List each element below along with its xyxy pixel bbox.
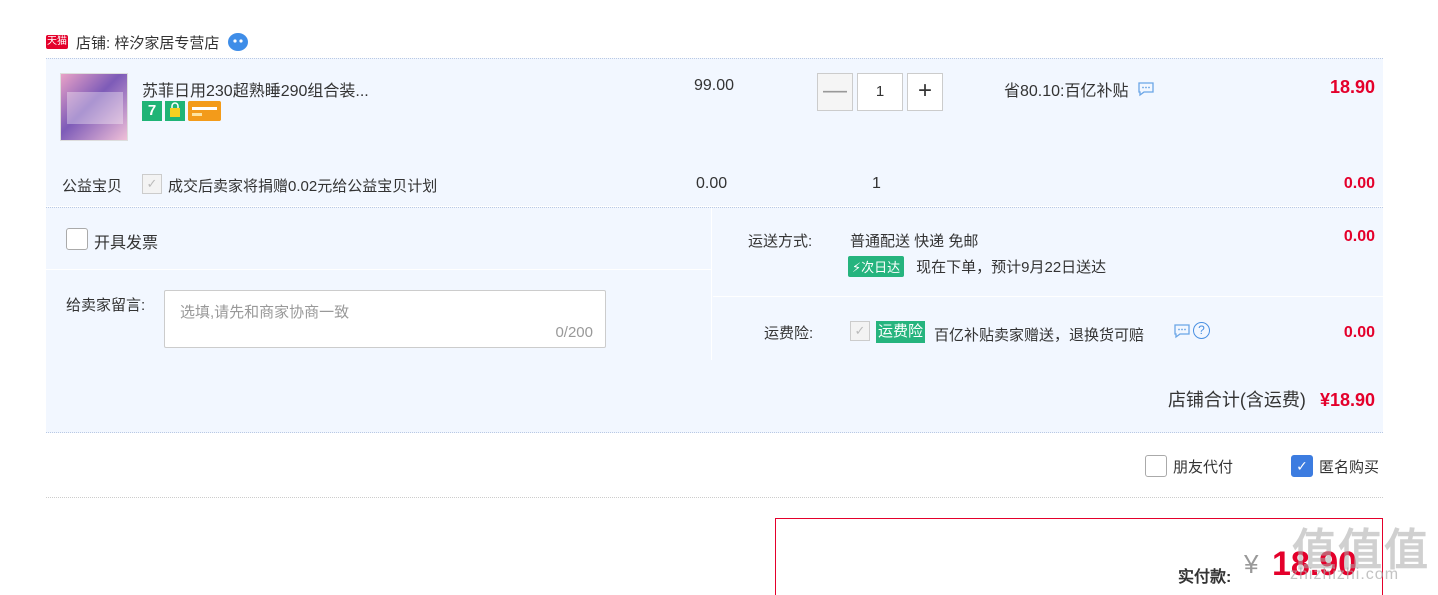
charity-quantity: 1 <box>872 175 881 192</box>
charity-text: 成交后卖家将捐赠0.02元给公益宝贝计划 <box>168 178 438 195</box>
product-thumbnail[interactable] <box>60 73 128 141</box>
product-title[interactable]: 苏菲日用230超熟睡290组合装... <box>142 77 369 101</box>
anonymous-checkbox[interactable]: ✓ <box>1291 455 1313 477</box>
service-icons: 7 <box>142 101 221 121</box>
quantity-input[interactable]: 1 <box>857 73 903 111</box>
charity-label: 公益宝贝 <box>62 178 123 195</box>
discount-text: 省80.10:百亿补贴 <box>1004 83 1129 100</box>
unit-price: 99.00 <box>694 77 735 94</box>
seven-day-return-icon: 7 <box>142 101 162 121</box>
store-name[interactable]: 店铺: 梓汐家居专营店 <box>76 32 219 53</box>
insurance-text: 百亿补贴卖家赠送，退换货可赔 <box>934 327 1145 344</box>
charity-subtotal: 0.00 <box>1343 175 1375 192</box>
tmall-logo-icon: 天猫 <box>46 35 68 49</box>
item-subtotal: 18.90 <box>1329 77 1375 97</box>
shipping-label: 运送方式: <box>748 233 813 250</box>
next-day-badge: ⚡次日达 <box>848 256 905 277</box>
shopping-bag-icon <box>165 101 185 121</box>
order-options: 开具发票 给卖家留言: 选填,请先和商家协商一致 0/200 运送方式: 普通配… <box>46 207 1383 433</box>
delivery-eta: 现在下单，预计9月22日送达 <box>916 259 1107 276</box>
message-label: 给卖家留言: <box>66 297 146 314</box>
order-item: 苏菲日用230超熟睡290组合装... 7 99.00 — 1 + 省80.10… <box>46 58 1383 206</box>
insurance-checkbox: ✓ <box>850 321 870 341</box>
discount-info: 省80.10:百亿补贴 <box>1004 77 1155 101</box>
anonymous-label[interactable]: 匿名购买 <box>1319 456 1379 477</box>
comment-icon[interactable] <box>1137 81 1155 97</box>
friend-pay-label[interactable]: 朋友代付 <box>1173 456 1233 477</box>
seller-message-input[interactable]: 选填,请先和商家协商一致 0/200 <box>164 290 606 348</box>
shipping-method: 普通配送 快递 免邮 <box>850 233 979 250</box>
store-total-label: 店铺合计(含运费) <box>1167 390 1306 410</box>
payment-label: 实付款: <box>1178 569 1232 586</box>
message-counter: 0/200 <box>555 324 593 341</box>
insurance-icons: ? <box>1173 322 1210 339</box>
wangwang-chat-icon[interactable] <box>227 32 249 52</box>
divider <box>46 497 1383 498</box>
decrease-button[interactable]: — <box>817 73 853 111</box>
store-total: 店铺合计(含运费) ¥18.90 <box>1168 386 1375 412</box>
insurance-badge: 运费险 <box>876 321 926 343</box>
store-total-amount: ¥18.90 <box>1319 390 1375 410</box>
comment-icon[interactable] <box>1173 323 1191 339</box>
watermark-url: zhizhizhi.com <box>1290 566 1400 583</box>
friend-pay-checkbox[interactable] <box>1145 455 1167 477</box>
invoice-label[interactable]: 开具发票 <box>94 229 158 253</box>
quantity-stepper[interactable]: — 1 + <box>817 73 943 111</box>
insurance-price: 0.00 <box>1343 324 1375 341</box>
insurance-label: 运费险: <box>764 325 814 342</box>
divider <box>713 296 1383 297</box>
help-icon[interactable]: ? <box>1193 322 1210 339</box>
delivery-estimate: ⚡次日达 现在下单，预计9月22日送达 <box>848 256 1106 277</box>
currency-symbol: ¥ <box>1244 549 1259 579</box>
friend-pay-option[interactable]: 朋友代付 <box>1145 455 1233 477</box>
shipping-price: 0.00 <box>1343 228 1375 245</box>
buyer-options: 开具发票 给卖家留言: 选填,请先和商家协商一致 0/200 <box>46 208 712 360</box>
charity-checkbox: ✓ <box>142 174 162 194</box>
credit-card-icon <box>188 101 221 121</box>
store-header: 天猫 店铺: 梓汐家居专营店 <box>46 28 249 56</box>
charity-price: 0.00 <box>696 175 728 192</box>
invoice-checkbox[interactable] <box>66 228 88 250</box>
message-placeholder: 选填,请先和商家协商一致 <box>180 304 350 321</box>
invoice-row: 开具发票 <box>46 208 712 270</box>
increase-button[interactable]: + <box>907 73 943 111</box>
anonymous-option[interactable]: ✓ 匿名购买 <box>1291 455 1379 477</box>
